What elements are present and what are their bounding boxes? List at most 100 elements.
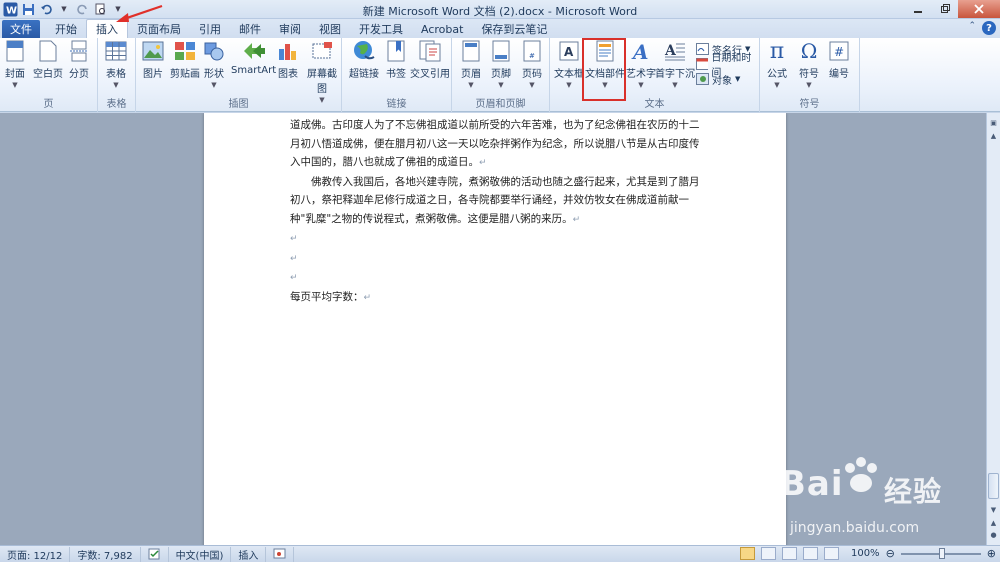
tab-file[interactable]: 文件	[2, 20, 40, 38]
svg-text:#: #	[834, 45, 844, 59]
tab-acrobat[interactable]: Acrobat	[412, 20, 472, 38]
smartart-icon	[243, 40, 265, 62]
outline-view-button[interactable]	[802, 547, 818, 560]
symbol-button[interactable]: Ω 符号 ▼	[798, 39, 820, 89]
chart-button[interactable]: 图表	[277, 40, 299, 80]
blank-page-icon	[37, 40, 59, 62]
date-time-button[interactable]: 日期和时间	[696, 53, 759, 79]
wordart-button[interactable]: A 艺术字 ▼	[626, 40, 656, 89]
empty-paragraph[interactable]: ↵	[290, 268, 702, 288]
browse-object-icon[interactable]: ●	[987, 528, 1000, 541]
save-icon[interactable]	[20, 1, 36, 17]
group-page-label: 页	[43, 99, 54, 110]
page-break-button[interactable]: 分页	[68, 40, 90, 80]
zoom-slider-thumb[interactable]	[938, 547, 945, 559]
tab-view[interactable]: 视图	[310, 20, 350, 38]
print-preview-icon[interactable]	[92, 1, 108, 17]
tab-mailings[interactable]: 邮件	[230, 20, 270, 38]
macro-record-icon[interactable]	[266, 546, 295, 562]
proofing-icon[interactable]	[141, 546, 169, 562]
cross-reference-button[interactable]: 交叉引用	[410, 40, 450, 80]
document-body[interactable]: 道成佛。古印度人为了不忘佛祖成道以前所受的六年苦难，也为了纪念佛祖在农历的十二月…	[290, 116, 702, 307]
paragraph-3[interactable]: 每页平均字数：↵	[290, 288, 702, 308]
word-count[interactable]: 字数: 7,982	[70, 546, 141, 562]
scroll-up-icon[interactable]: ▲	[987, 129, 1000, 142]
svg-text:#: #	[529, 52, 535, 60]
dropdown-icon[interactable]: ▼	[56, 1, 72, 17]
drop-cap-icon: A	[664, 40, 686, 62]
quick-parts-button[interactable]: 文档部件 ▼	[585, 40, 625, 89]
table-button[interactable]: 表格 ▼	[105, 40, 127, 89]
paragraph-2[interactable]: 佛教传入我国后，各地兴建寺院，煮粥敬佛的活动也随之盛行起来，尤其是到了腊月初八，…	[290, 173, 702, 230]
insert-mode[interactable]: 插入	[231, 546, 267, 562]
restore-button[interactable]	[931, 0, 958, 18]
group-illustrations: 图片 剪贴画 形状 ▼ SmartArt 图表 屏幕截图 ▼ 插图	[136, 38, 342, 112]
language[interactable]: 中文(中国)	[169, 546, 232, 562]
draft-view-button[interactable]	[823, 547, 839, 560]
header-button[interactable]: 页眉 ▼	[460, 40, 482, 89]
zoom-out-icon[interactable]: ⊖	[886, 547, 895, 560]
group-links: 超链接 书签 交叉引用 链接	[342, 38, 452, 112]
group-illustrations-label: 插图	[228, 99, 249, 110]
group-page: 封面 ▼ 空白页 分页 页	[0, 38, 98, 112]
page-count[interactable]: 页面: 12/12	[0, 546, 71, 562]
undo-icon[interactable]	[38, 1, 54, 17]
group-links-label: 链接	[386, 99, 407, 110]
equation-button[interactable]: π 公式 ▼	[766, 39, 788, 90]
clipart-button[interactable]: 剪贴画	[170, 40, 200, 80]
zoom-slider[interactable]	[900, 547, 981, 559]
drop-cap-button[interactable]: A 首字下沉 ▼	[655, 40, 695, 89]
tab-developer[interactable]: 开发工具	[350, 20, 412, 38]
shapes-button[interactable]: 形状 ▼	[203, 40, 225, 89]
svg-text:A: A	[631, 40, 649, 62]
empty-paragraph[interactable]: ↵	[290, 249, 702, 269]
scroll-thumb[interactable]	[988, 473, 999, 499]
vertical-scrollbar[interactable]: ▣ ▲ ▼ ▲ ●	[986, 113, 1000, 545]
help-icon[interactable]: ?	[982, 21, 996, 35]
window-controls	[904, 0, 1000, 18]
close-button[interactable]	[958, 0, 1000, 18]
document-page[interactable]: 道成佛。古印度人为了不忘佛祖成道以前所受的六年苦难，也为了纪念佛祖在农历的十二月…	[204, 113, 786, 545]
group-text: A 文本框 ▼ 文档部件 ▼ A 艺术字 ▼ A 首字下沉 ▼ 签名行 ▼ 日期和时间 对…	[550, 38, 760, 112]
tab-cloud-note[interactable]: 保存到云笔记	[472, 20, 556, 38]
print-layout-view-button[interactable]	[739, 547, 755, 560]
hyperlink-button[interactable]: 超链接	[349, 40, 379, 80]
picture-icon	[142, 40, 164, 62]
minimize-ribbon-icon[interactable]: ⌃	[968, 21, 976, 35]
globe-icon	[353, 40, 375, 62]
tab-home[interactable]: 开始	[46, 20, 86, 38]
bookmark-icon	[385, 40, 407, 62]
textbox-button[interactable]: A 文本框 ▼	[554, 40, 584, 89]
group-text-label: 文本	[644, 99, 665, 110]
group-header-footer: 页眉 ▼ 页脚 ▼ # 页码 ▼ 页眉和页脚	[452, 38, 550, 112]
scroll-down-icon[interactable]: ▼	[987, 503, 1000, 516]
status-right: 100% ⊖ ⊕	[739, 547, 996, 560]
zoom-in-icon[interactable]: ⊕	[987, 547, 996, 560]
screenshot-icon	[311, 40, 333, 62]
zoom-level[interactable]: 100%	[851, 548, 880, 559]
paragraph-1[interactable]: 道成佛。古印度人为了不忘佛祖成道以前所受的六年苦难，也为了纪念佛祖在农历的十二月…	[290, 116, 702, 173]
minimize-button[interactable]	[904, 0, 931, 18]
chart-icon	[277, 40, 299, 62]
redo-icon[interactable]	[74, 1, 90, 17]
ruler-toggle-icon[interactable]: ▣	[987, 116, 1000, 129]
table-icon	[105, 40, 127, 62]
tab-references[interactable]: 引用	[190, 20, 230, 38]
picture-button[interactable]: 图片	[142, 40, 164, 80]
smartart-button[interactable]: SmartArt	[231, 40, 276, 76]
web-layout-button[interactable]	[781, 547, 797, 560]
word-logo-icon[interactable]: W	[2, 1, 18, 17]
page-number-button[interactable]: # 页码 ▼	[521, 40, 543, 89]
bookmark-button[interactable]: 书签	[385, 40, 407, 80]
cover-page-button[interactable]: 封面 ▼	[4, 40, 26, 89]
footer-button[interactable]: 页脚 ▼	[490, 40, 512, 89]
full-screen-reading-button[interactable]	[760, 547, 776, 560]
signature-icon	[696, 43, 709, 55]
tab-review[interactable]: 审阅	[270, 20, 310, 38]
blank-page-button[interactable]: 空白页	[33, 40, 63, 80]
object-button[interactable]: 对象 ▼	[696, 72, 740, 87]
numbering-button[interactable]: # 编号	[828, 40, 850, 80]
group-header-footer-label: 页眉和页脚	[475, 99, 526, 110]
empty-paragraph[interactable]: ↵	[290, 229, 702, 249]
clipart-icon	[174, 40, 196, 62]
